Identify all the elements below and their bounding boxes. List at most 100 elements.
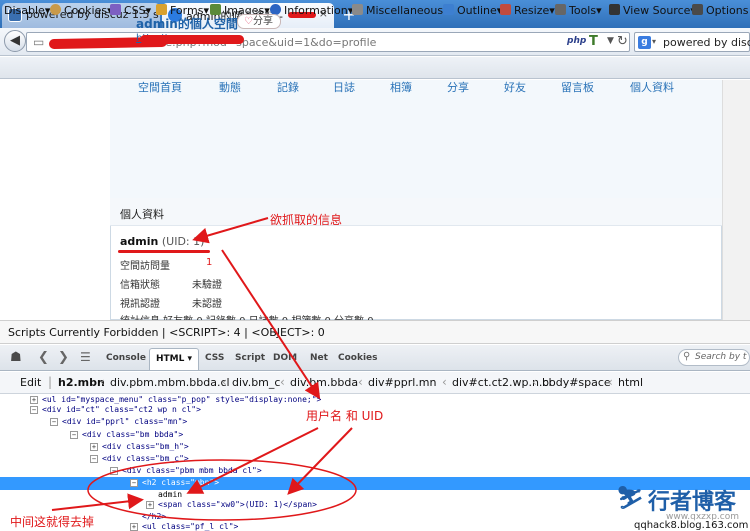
visit-count: 1 <box>206 257 213 268</box>
collapse-toggle-icon[interactable]: − <box>90 455 98 463</box>
status-bar: Scripts Currently Forbidden | <SCRIPT>: … <box>0 320 750 344</box>
dropdown-icon[interactable]: ▾ <box>652 37 656 46</box>
toolbar-disable[interactable]: Disable▾ <box>4 4 50 17</box>
web-developer-toolbar <box>0 57 750 79</box>
collapse-toggle-icon[interactable]: − <box>30 406 38 414</box>
expand-toggle-icon[interactable]: + <box>30 396 38 404</box>
crumb-separator: ‹ <box>608 375 613 389</box>
dropdown-icon[interactable]: ▼ <box>607 36 614 46</box>
status-text: Scripts Currently Forbidden | <SCRIPT>: … <box>8 326 325 339</box>
expand-toggle-icon[interactable]: + <box>90 443 98 451</box>
php-badge[interactable]: php <box>567 36 586 46</box>
share-button[interactable]: ♡分享 <box>237 14 281 29</box>
tab-net[interactable]: Net <box>310 353 328 363</box>
info-value: 未驗證 <box>192 280 222 291</box>
firebug-toolbar: ☗ ❮ ❯ ☰ Console HTML ▾ CSS Script DOM Ne… <box>0 345 750 371</box>
nav-space-home[interactable]: 空間首頁 <box>138 79 182 95</box>
pencil-icon <box>110 4 121 15</box>
annotation-underline <box>118 250 210 253</box>
crumb-separator: ‹ <box>222 375 227 389</box>
info-value: 1 <box>206 257 212 268</box>
tab-dom[interactable]: DOM <box>273 353 297 363</box>
toolbar-information[interactable]: Information▾ <box>270 4 353 17</box>
tab-script[interactable]: Script <box>235 353 265 363</box>
toolbar-view-source[interactable]: View Source▾ <box>609 4 696 17</box>
profile-box-header <box>110 198 722 226</box>
toolbar-options[interactable]: Options <box>692 4 748 17</box>
profile-heading: admin (UID: 1) <box>120 235 204 248</box>
crumb-item[interactable]: h2.mbn <box>58 376 105 389</box>
expand-toggle-icon[interactable]: + <box>130 523 138 531</box>
heart-icon: ♡ <box>244 16 253 27</box>
nav-friends[interactable]: 好友 <box>504 79 526 95</box>
annotation-remove-middle: 中间这就得去掉 <box>10 515 95 529</box>
cookie-icon <box>50 4 61 15</box>
translate-icon[interactable]: T <box>589 34 598 49</box>
forms-icon <box>156 4 167 15</box>
crumb-separator: ‹ <box>358 375 363 389</box>
firebug-search-input[interactable]: ⚲ Search by t <box>678 349 750 366</box>
toolbar-miscellaneous[interactable]: Miscellaneous▾ <box>352 4 449 17</box>
crumb-item[interactable]: div#pprl.mn <box>368 376 437 389</box>
previous-arrow-icon[interactable]: ❮ <box>38 350 49 365</box>
page-icon: ▭ <box>33 35 45 49</box>
toolbar-outline[interactable]: Outline▾ <box>443 4 502 17</box>
toolbar-cookies[interactable]: Cookies▾ <box>50 4 113 17</box>
nav-blog[interactable]: 日誌 <box>333 79 355 95</box>
toolbar-tools[interactable]: Tools▾ <box>555 4 602 17</box>
tab-css[interactable]: CSS <box>205 353 224 363</box>
crumb-item[interactable]: div.bm_c <box>232 376 280 389</box>
firebug-bug-icon[interactable]: ☗ <box>10 350 22 365</box>
crumb-separator: ‹ <box>442 375 447 389</box>
watermark-blog: qqhack8.blog.163.com <box>634 520 749 531</box>
navigation-bar: ◀ ▭ home.php?mod=space&uid=1&do=profile … <box>0 28 750 56</box>
search-input[interactable]: powered by discuz <box>663 36 750 49</box>
info-value: 未認證 <box>192 299 222 310</box>
resize-icon <box>500 4 511 15</box>
annotation-username-uid: 用户名 和 UID <box>306 409 384 423</box>
tab-cookies[interactable]: Cookies <box>338 353 378 363</box>
section-title: 個人資料 <box>120 208 164 221</box>
crumb-separator: | <box>48 375 53 389</box>
back-button[interactable]: ◀ <box>4 30 26 52</box>
search-bar[interactable]: g ▾ powered by discuz <box>634 32 750 52</box>
expand-toggle-icon[interactable]: + <box>146 501 154 509</box>
page-left-gutter <box>0 80 110 320</box>
info-label: 空間訪問量 <box>120 261 170 272</box>
nav-profile[interactable]: 個人資料 <box>630 79 674 95</box>
nav-records[interactable]: 記錄 <box>277 79 299 95</box>
tab-html[interactable]: HTML ▾ <box>149 348 199 370</box>
nav-guestbook[interactable]: 留言板 <box>561 79 594 95</box>
back-arrow-icon: ◀ <box>10 33 20 48</box>
user-uid: (UID: 1) <box>161 235 205 248</box>
space-title[interactable]: admin的個人空間 <box>136 15 238 32</box>
next-arrow-icon[interactable]: ❯ <box>58 350 69 365</box>
search-icon: ⚲ <box>683 351 691 362</box>
tab-console[interactable]: Console <box>106 353 146 363</box>
collapse-toggle-icon[interactable]: − <box>70 431 78 439</box>
toolbar-resize[interactable]: Resize▾ <box>500 4 555 17</box>
crumb-item[interactable]: div.pbm.mbm.bbda.cl <box>110 376 230 389</box>
google-icon: g <box>638 36 651 49</box>
edit-button[interactable]: Edit <box>20 376 41 389</box>
collapse-toggle-icon[interactable]: − <box>110 467 118 475</box>
crumb-item[interactable]: html <box>618 376 643 389</box>
nav-feed[interactable]: 動態 <box>219 79 241 95</box>
reload-icon[interactable]: ↻ <box>617 34 628 49</box>
inspect-icon[interactable]: ☰ <box>80 350 91 364</box>
misc-icon <box>352 4 363 15</box>
nav-album[interactable]: 相簿 <box>390 79 412 95</box>
collapse-toggle-icon[interactable]: − <box>130 479 138 487</box>
crumb-item[interactable]: body#space <box>542 376 611 389</box>
info-label: 視訊認證 <box>120 299 160 310</box>
html-breadcrumb: Edit | h2.mbn ‹ div.pbm.mbm.bbda.cl ‹ di… <box>0 372 750 394</box>
walker-logo-icon: ⛷ <box>616 486 644 511</box>
tools-icon <box>555 4 566 15</box>
source-icon <box>609 4 620 15</box>
username: admin <box>120 235 159 248</box>
crumb-item[interactable]: div.bm.bbda <box>290 376 358 389</box>
collapse-toggle-icon[interactable]: − <box>50 418 58 426</box>
url-bar[interactable]: ▭ home.php?mod=space&uid=1&do=profile ph… <box>26 32 630 52</box>
nav-share[interactable]: 分享 <box>447 79 469 95</box>
crumb-separator: ‹ <box>280 375 285 389</box>
